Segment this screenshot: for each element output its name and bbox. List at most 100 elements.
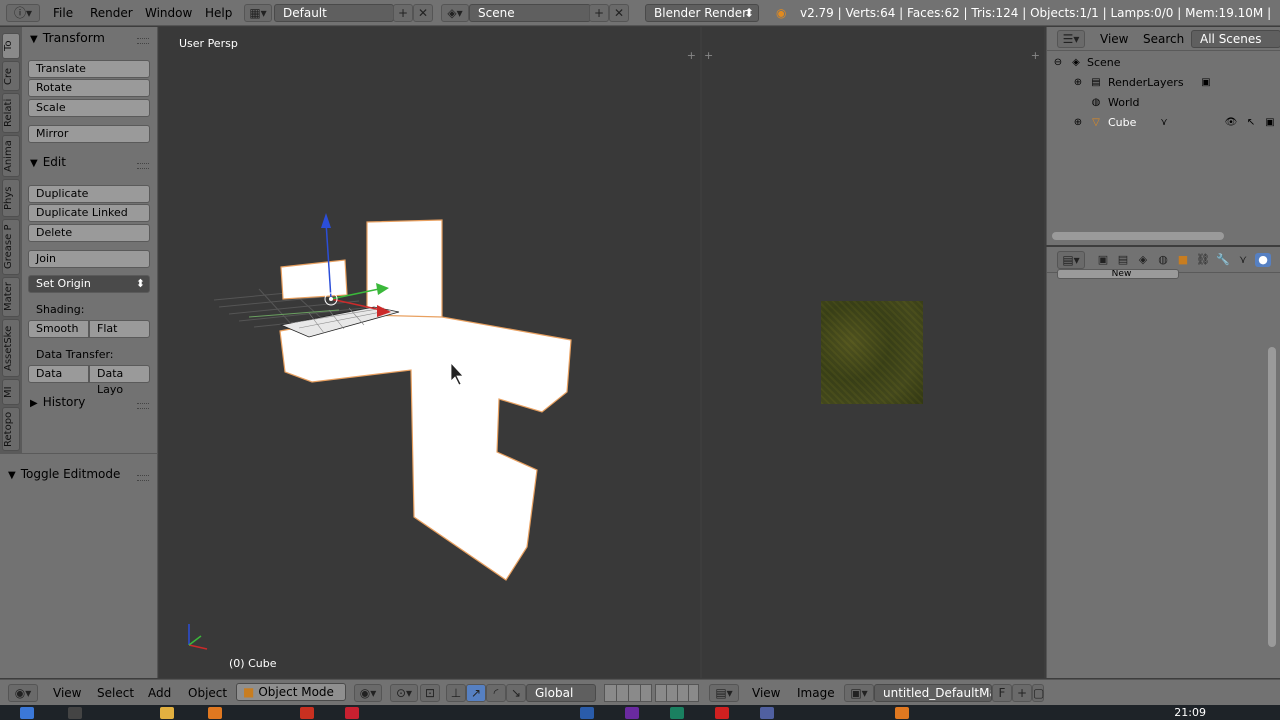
menu-file[interactable]: File (53, 0, 73, 26)
scale-manipulator-icon[interactable]: ↘ (506, 684, 526, 702)
world-tab-icon[interactable]: ◍ (1155, 253, 1171, 267)
pivot-point-icon[interactable]: ⊙▾ (390, 684, 418, 702)
tab-animation[interactable]: Anima (2, 135, 20, 177)
object-tab-icon[interactable]: ■ (1175, 253, 1191, 267)
mirror-button[interactable]: Mirror (28, 125, 150, 143)
render-engine-dropdown[interactable]: Blender Render ⬍ (645, 4, 759, 22)
object-menu[interactable]: Object (188, 680, 227, 706)
outliner-item-world[interactable]: ◍ World (1047, 93, 1280, 113)
menu-render[interactable]: Render (90, 0, 133, 26)
3d-viewport[interactable]: User Persp (0) Cube + (159, 27, 700, 678)
scene-tab-icon[interactable]: ◈ (1135, 253, 1151, 267)
editor-type-icon[interactable]: ◉▾ (8, 684, 38, 702)
tab-grease-pencil[interactable]: Grease P (2, 219, 20, 275)
toggle-editmode-header[interactable]: ▼ Toggle Editmode (8, 467, 120, 481)
app-icon[interactable] (300, 707, 314, 719)
add-scene-icon[interactable]: + (589, 4, 609, 22)
transform-orientation-dropdown[interactable]: Global (526, 684, 596, 702)
eye-icon[interactable]: 👁 (1224, 116, 1238, 130)
rotate-manipulator-icon[interactable]: ◜ (486, 684, 506, 702)
tab-tools[interactable]: To (2, 33, 20, 59)
start-icon[interactable] (20, 707, 34, 719)
duplicate-linked-button[interactable]: Duplicate Linked (28, 204, 150, 222)
rotate-button[interactable]: Rotate (28, 79, 150, 97)
display-mode-dropdown[interactable]: All Scenes (1191, 30, 1280, 48)
scale-button[interactable]: Scale (28, 99, 150, 117)
editor-type-icon[interactable]: ☰▾ (1057, 30, 1085, 48)
outliner-horizontal-scrollbar[interactable] (1052, 232, 1224, 240)
outliner-search-menu[interactable]: Search (1143, 27, 1184, 51)
browse-image-icon[interactable]: ▣▾ (844, 684, 874, 702)
tab-relations[interactable]: Relati (2, 93, 20, 133)
duplicate-button[interactable]: Duplicate (28, 185, 150, 203)
outliner-item-cube[interactable]: ⊕ ▽ Cube ⋎ 👁 ↖ ▣ (1047, 113, 1280, 133)
add-menu[interactable]: Add (148, 680, 171, 706)
app-icon[interactable] (670, 707, 684, 719)
image-view-menu[interactable]: View (752, 680, 780, 706)
image-name-field[interactable]: untitled_DefaultMat... (874, 684, 992, 702)
layout-dropdown[interactable]: Default (274, 4, 394, 22)
modifiers-tab-icon[interactable]: 🔧 (1215, 253, 1231, 267)
close-layout-icon[interactable]: ✕ (413, 4, 433, 22)
app-icon[interactable] (345, 707, 359, 719)
translate-button[interactable]: Translate (28, 60, 150, 78)
select-menu[interactable]: Select (97, 680, 134, 706)
smooth-button[interactable]: Smooth (28, 320, 89, 338)
tab-create[interactable]: Cre (2, 61, 20, 91)
blender-taskbar-icon[interactable] (895, 707, 909, 719)
expand-icon[interactable]: ⊕ (1071, 76, 1085, 90)
area-split-corner-icon[interactable]: + (1031, 49, 1040, 62)
constraints-tab-icon[interactable]: ⛓ (1195, 253, 1211, 267)
fake-user-button[interactable]: F (992, 684, 1012, 702)
outliner-view-menu[interactable]: View (1100, 27, 1128, 51)
layers-grid[interactable] (604, 684, 652, 702)
data-tab-icon[interactable]: ⋎ (1235, 253, 1251, 267)
search-icon[interactable] (68, 707, 82, 719)
panel-grip[interactable] (137, 403, 149, 409)
panel-grip[interactable] (137, 163, 149, 169)
app-icon[interactable] (715, 707, 729, 719)
uv-image-editor[interactable]: + + (702, 27, 1044, 678)
manipulator-icon[interactable]: ⊥ (446, 684, 466, 702)
panel-grip[interactable] (137, 475, 149, 481)
area-split-corner-icon[interactable]: + (687, 49, 696, 62)
viewport-shading-icon[interactable]: ◉▾ (354, 684, 382, 702)
view-menu[interactable]: View (53, 680, 81, 706)
layers-grid[interactable] (655, 684, 699, 702)
mode-dropdown[interactable]: ■ Object Mode (236, 683, 346, 701)
menu-help[interactable]: Help (205, 0, 232, 26)
data-layout-button[interactable]: Data Layo (89, 365, 150, 396)
join-button[interactable]: Join (28, 250, 150, 268)
outliner-item-scene[interactable]: ⊖ ◈ Scene (1047, 53, 1280, 73)
delete-button[interactable]: Delete (28, 224, 150, 242)
translate-manipulator-icon[interactable]: ↗ (466, 684, 486, 702)
app-icon[interactable] (208, 707, 222, 719)
editor-type-icon[interactable]: ▤▾ (1057, 251, 1085, 269)
image-menu[interactable]: Image (797, 680, 835, 706)
expand-icon[interactable]: ⊕ (1071, 116, 1085, 130)
snap-icon[interactable]: ⊡ (420, 684, 440, 702)
menu-window[interactable]: Window (145, 0, 192, 26)
close-scene-icon[interactable]: ✕ (609, 4, 629, 22)
transform-panel-header[interactable]: ▼ Transform (30, 30, 105, 45)
tab-material[interactable]: Mater (2, 277, 20, 317)
history-panel-header[interactable]: ▶ History (30, 395, 85, 409)
tab-mi[interactable]: MI (2, 379, 20, 405)
panel-grip[interactable] (137, 38, 149, 44)
data-button[interactable]: Data (28, 365, 89, 383)
scene-dropdown[interactable]: Scene (469, 4, 591, 22)
scene-icon[interactable]: ◈▾ (441, 4, 469, 22)
render-layers-tab-icon[interactable]: ▤ (1115, 253, 1131, 267)
material-tab-icon[interactable]: ● (1255, 253, 1271, 267)
outliner-item-renderlayers[interactable]: ⊕ ▤ RenderLayers ▣ (1047, 73, 1280, 93)
app-icon[interactable] (625, 707, 639, 719)
app-icon[interactable] (580, 707, 594, 719)
tab-assetsketcher[interactable]: AssetSke (2, 319, 20, 377)
collapse-icon[interactable]: ⊖ (1051, 56, 1065, 70)
properties-scrollbar[interactable] (1268, 347, 1276, 647)
set-origin-dropdown[interactable]: Set Origin ⬍ (28, 275, 150, 293)
area-split-corner-icon[interactable]: + (704, 49, 713, 62)
flat-button[interactable]: Flat (89, 320, 150, 338)
new-image-icon[interactable]: + (1012, 684, 1032, 702)
add-layout-icon[interactable]: + (393, 4, 413, 22)
